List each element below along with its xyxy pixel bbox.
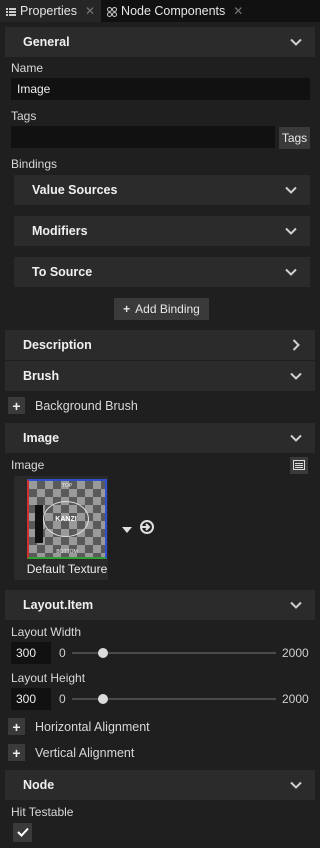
image-label: Image (11, 458, 45, 472)
add-horizontal-alignment-button[interactable]: + (8, 718, 25, 735)
texture-dropdown-icon[interactable] (122, 523, 132, 533)
bindings-label: Bindings (11, 157, 58, 171)
section-title: Description (23, 338, 92, 352)
binding-title: Modifiers (32, 224, 88, 238)
layout-width-input[interactable]: 300 (11, 642, 51, 664)
chevron-down-icon (289, 369, 303, 383)
binding-modifiers[interactable]: Modifiers (14, 216, 310, 246)
texture-center-text: KANZI (43, 501, 89, 537)
section-description[interactable]: Description (5, 330, 315, 360)
chevron-down-icon (289, 431, 303, 445)
tab-bar: Properties ✕ Node Components ✕ (0, 0, 320, 22)
chevron-down-icon (284, 265, 298, 279)
layout-height-max: 2000 (282, 692, 309, 706)
list-icon (6, 6, 16, 16)
hit-testable-checkbox[interactable] (13, 823, 32, 842)
tags-field[interactable] (11, 126, 275, 148)
tags-label: Tags (11, 109, 37, 123)
layout-width-label: Layout Width (11, 625, 82, 639)
name-label: Name (11, 61, 44, 75)
texture-preview: TOP KANZI BOTTOM (27, 479, 107, 559)
layout-height-slider-handle[interactable] (97, 694, 108, 704)
section-layout-item[interactable]: Layout.Item (5, 590, 315, 620)
tab-label: Node Components (121, 4, 226, 18)
layout-width-max: 2000 (282, 646, 309, 660)
binding-title: To Source (32, 265, 93, 279)
layout-height-min: 0 (59, 692, 66, 706)
layout-height-label: Layout Height (11, 671, 86, 685)
vertical-alignment-label: Vertical Alignment (35, 746, 135, 760)
section-title: Brush (23, 369, 60, 383)
section-title: Layout.Item (23, 598, 94, 612)
image-browse-button[interactable] (290, 457, 308, 474)
tab-properties[interactable]: Properties ✕ (0, 0, 102, 22)
chevron-down-icon (284, 183, 298, 197)
chevron-down-icon (289, 35, 303, 49)
chevron-down-icon (289, 598, 303, 612)
section-title: Node (23, 778, 55, 792)
components-icon (107, 6, 118, 17)
close-icon[interactable]: ✕ (233, 4, 243, 18)
chevron-down-icon (289, 778, 303, 792)
add-binding-label: Add Binding (135, 302, 200, 316)
binding-value-sources[interactable]: Value Sources (14, 175, 310, 205)
chevron-right-icon (289, 338, 303, 352)
section-brush[interactable]: Brush (5, 361, 315, 391)
layout-width-slider-handle[interactable] (97, 648, 108, 658)
section-title: Image (23, 431, 60, 445)
texture-bar (35, 505, 43, 543)
layout-width-min: 0 (59, 646, 66, 660)
binding-title: Value Sources (32, 183, 118, 197)
hit-testable-label: Hit Testable (11, 805, 74, 819)
texture-bottom-text: BOTTOM (56, 549, 78, 555)
texture-goto-icon[interactable] (139, 519, 155, 535)
add-binding-button[interactable]: + Add Binding (114, 298, 209, 320)
chevron-down-icon (284, 224, 298, 238)
section-general[interactable]: General (5, 27, 315, 57)
texture-top-text: TOP (61, 483, 73, 489)
checkmark-icon (16, 825, 29, 840)
section-node[interactable]: Node (5, 770, 315, 800)
texture-thumbnail[interactable]: TOP KANZI BOTTOM Default Texture (14, 476, 108, 580)
tab-label: Properties (20, 4, 77, 18)
section-image[interactable]: Image (5, 423, 315, 453)
section-title: General (23, 35, 70, 49)
picture-icon (293, 459, 305, 473)
add-background-brush-button[interactable]: + (8, 397, 25, 414)
texture-caption: Default Texture (26, 562, 108, 576)
horizontal-alignment-label: Horizontal Alignment (35, 720, 150, 734)
add-vertical-alignment-button[interactable]: + (8, 744, 25, 761)
close-icon[interactable]: ✕ (85, 4, 95, 18)
background-brush-label: Background Brush (35, 399, 138, 413)
layout-height-input[interactable]: 300 (11, 688, 51, 710)
tab-node-components[interactable]: Node Components ✕ (101, 0, 249, 22)
plus-icon: + (123, 302, 131, 316)
tags-button[interactable]: Tags (279, 127, 310, 149)
binding-to-source[interactable]: To Source (14, 257, 310, 287)
name-field[interactable]: Image (11, 78, 310, 100)
